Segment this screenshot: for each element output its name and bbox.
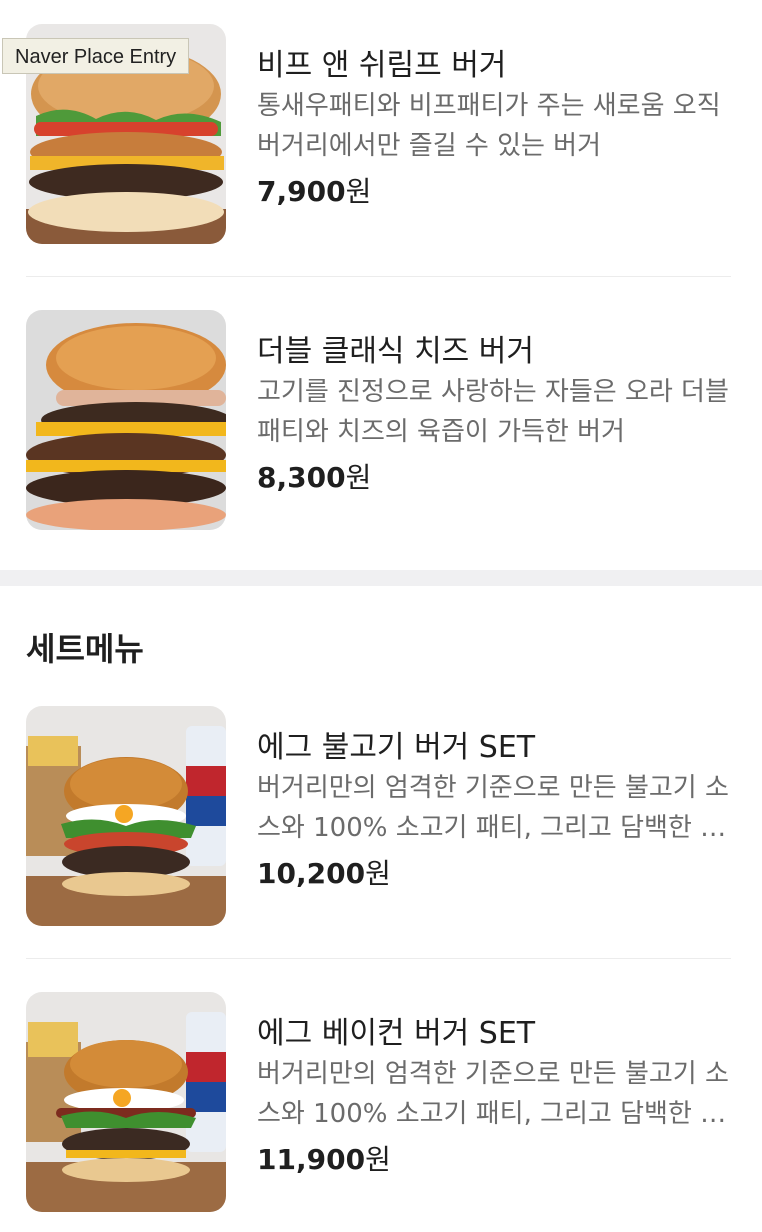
menu-item-description: 버거리만의 엄격한 기준으로 만든 불고기 소스와 100% 소고기 패티, 그…	[257, 773, 729, 843]
menu-item-image[interactable]	[26, 992, 226, 1212]
divider	[26, 276, 731, 277]
section-separator	[0, 570, 762, 586]
price-value: 10,200	[257, 857, 366, 890]
menu-item-name: 비프 앤 쉬림프 버거	[257, 48, 507, 83]
double-cheese-burger-photo-icon	[26, 310, 226, 530]
menu-item-price: 11,900원	[257, 1138, 731, 1182]
menu-item-name: 에그 불고기 버거 SET	[257, 730, 536, 765]
price-currency: 원	[365, 1143, 391, 1176]
menu-item-name: 에그 베이컨 버거 SET	[257, 1016, 536, 1051]
menu-item-price: 10,200원	[257, 852, 731, 896]
section-title: 세트메뉴	[26, 630, 144, 668]
menu-item-image[interactable]	[26, 706, 226, 926]
price-currency: 원	[365, 857, 391, 890]
egg-bulgogi-burger-set-photo-icon	[26, 706, 226, 926]
menu-item-description: 버거리만의 엄격한 기준으로 만든 불고기 소스와 100% 소고기 패티, 그…	[257, 1059, 729, 1129]
set-menu-item[interactable]: 에그 불고기 버거 SET 버거리만의 엄격한 기준으로 만든 불고기 소스와 …	[26, 706, 731, 926]
price-currency: 원	[345, 175, 372, 208]
price-value: 7,900	[257, 175, 346, 208]
menu-item-description: 고기를 진정으로 사랑하는 자들은 오라 더블패티와 치즈의 육즙이 가득한 버…	[257, 377, 729, 447]
menu-item-price: 7,900원	[257, 170, 731, 214]
tooltip: Naver Place Entry	[2, 38, 190, 74]
price-currency: 원	[345, 461, 372, 494]
divider	[26, 958, 731, 959]
menu-item[interactable]: 더블 클래식 치즈 버거 고기를 진정으로 사랑하는 자들은 오라 더블패티와 …	[26, 310, 731, 530]
menu-item-image[interactable]	[26, 310, 226, 530]
set-menu-item[interactable]: 에그 베이컨 버거 SET 버거리만의 엄격한 기준으로 만든 불고기 소스와 …	[26, 992, 731, 1212]
menu-item-name: 더블 클래식 치즈 버거	[257, 334, 535, 369]
menu-item-description: 통새우패티와 비프패티가 주는 새로움 오직 버거리에서만 즐길 수 있는 버거	[257, 91, 721, 161]
egg-bacon-burger-set-photo-icon	[26, 992, 226, 1212]
price-value: 8,300	[257, 461, 346, 494]
price-value: 11,900	[257, 1143, 366, 1176]
menu-item-price: 8,300원	[257, 456, 731, 500]
